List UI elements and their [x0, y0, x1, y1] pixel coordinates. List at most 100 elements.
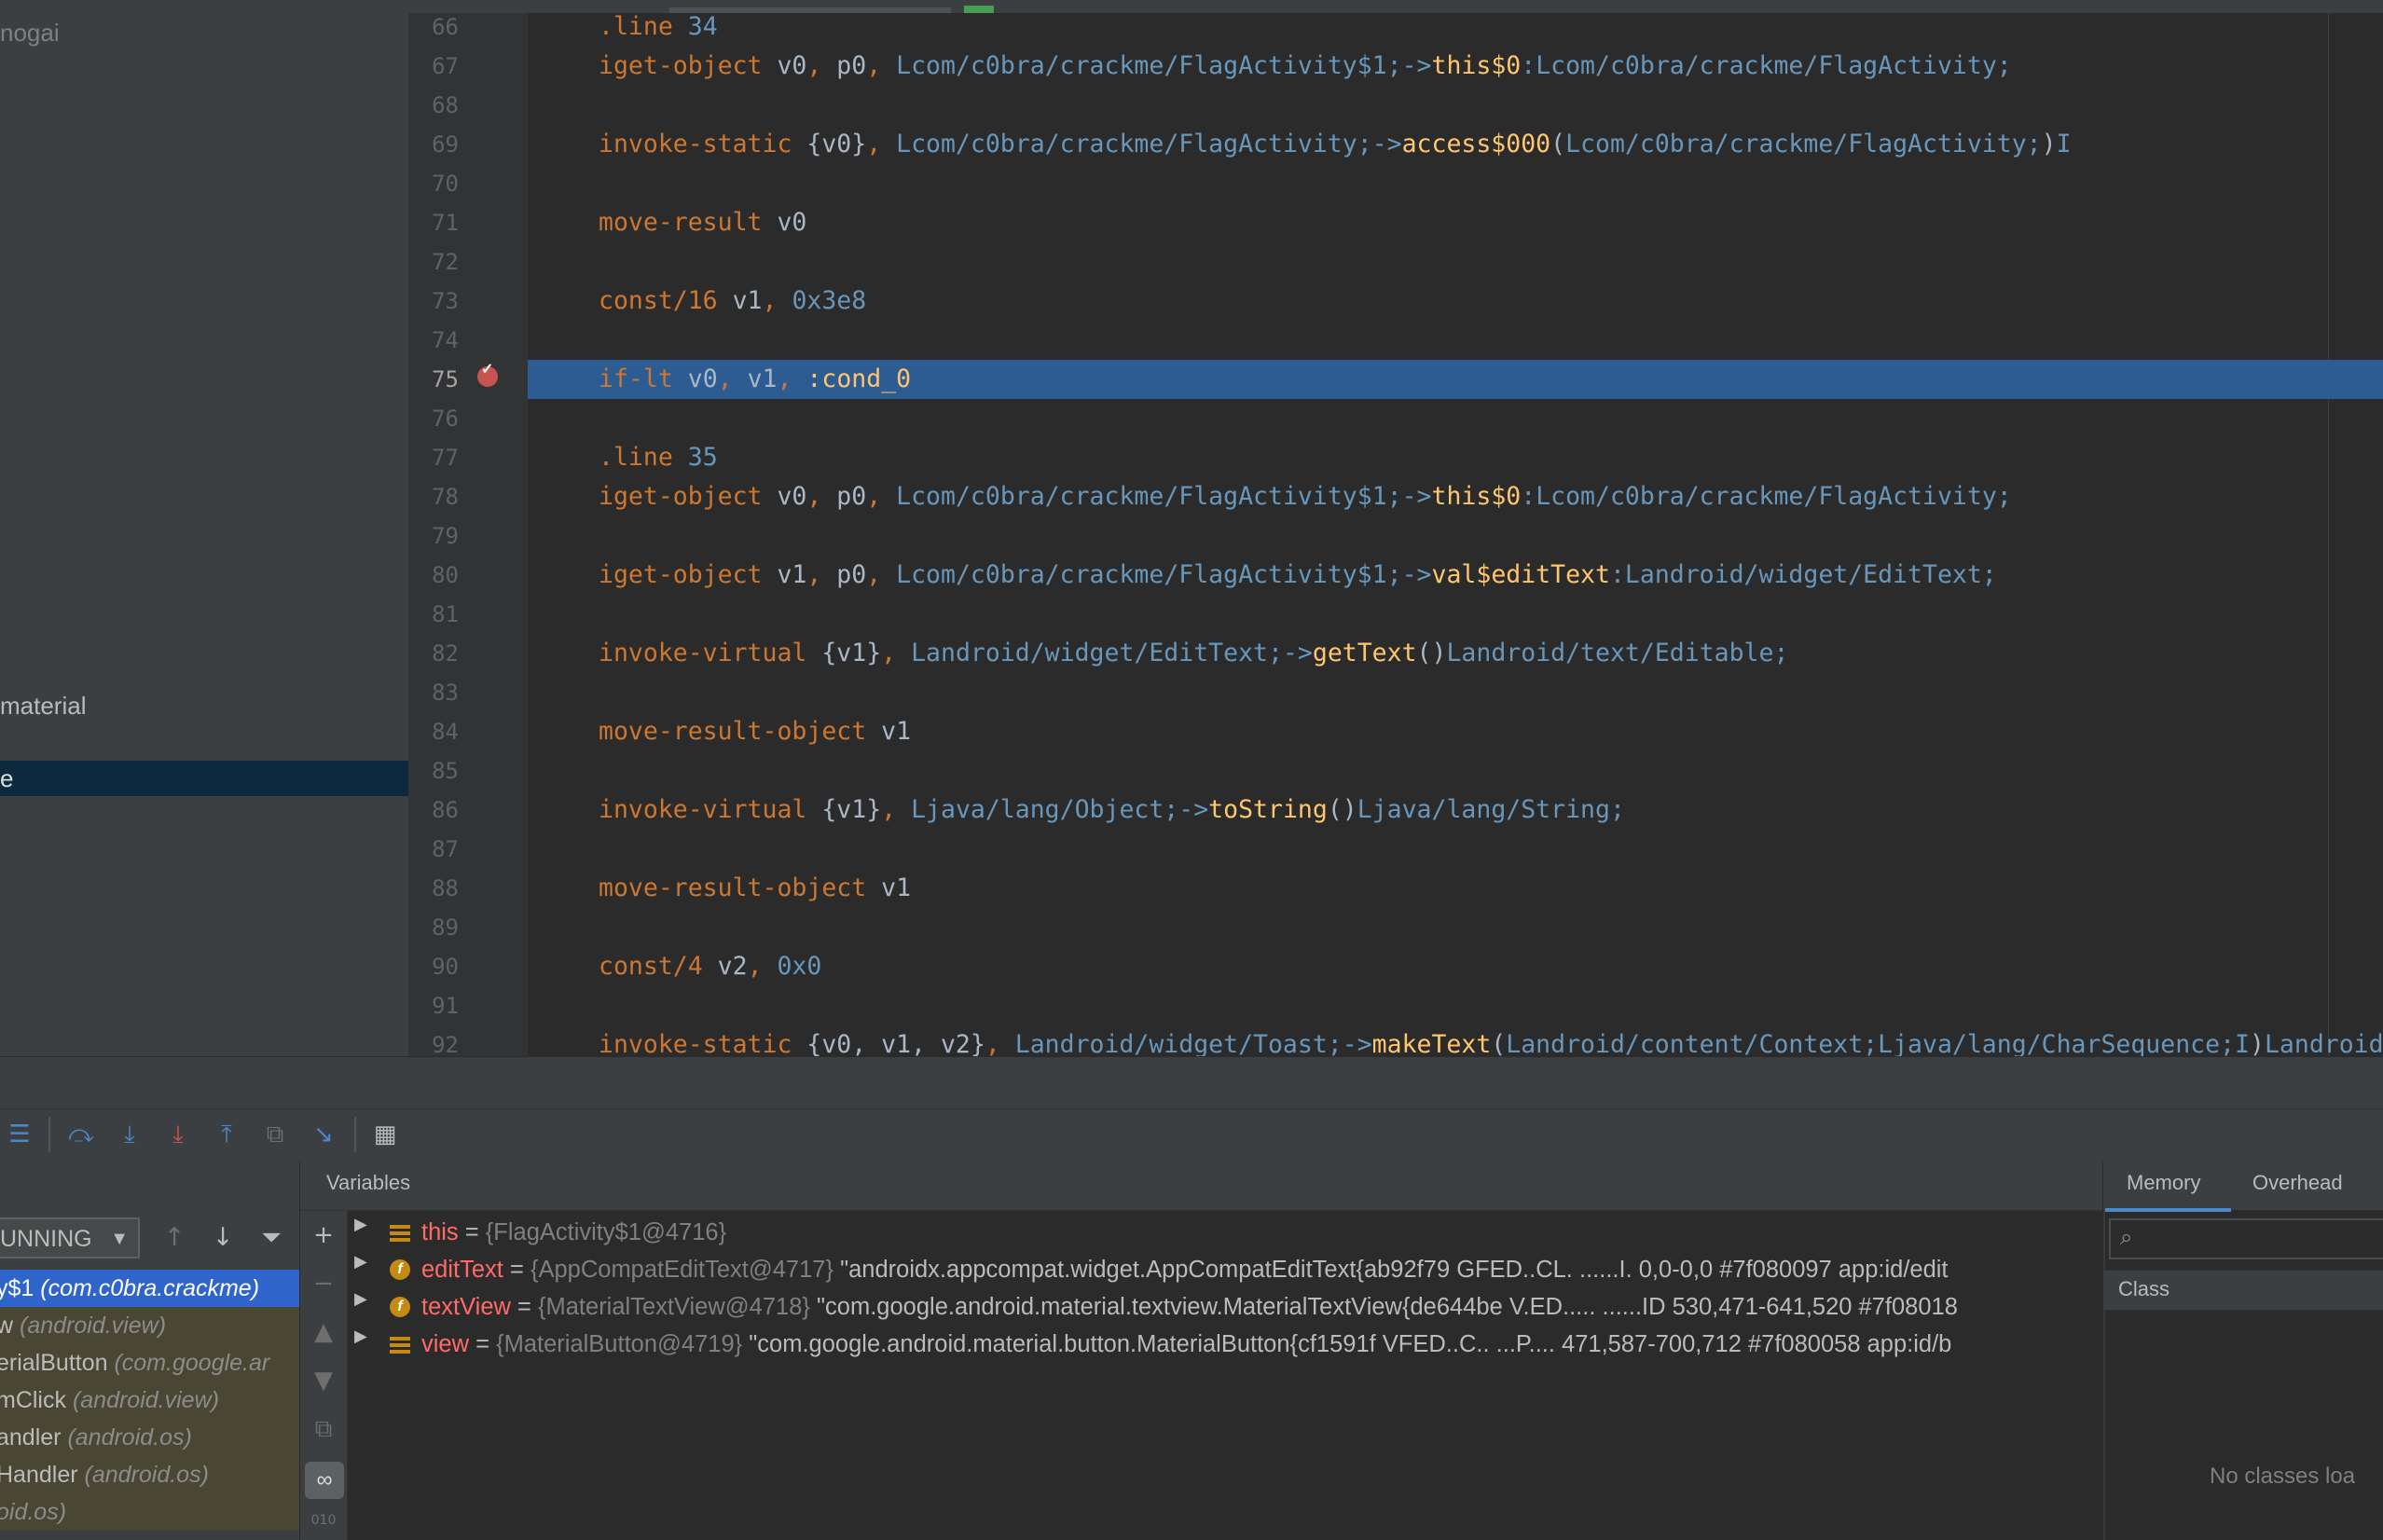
code-line[interactable]: const/4 v2, 0x0	[528, 947, 2383, 986]
code-text: const/16 v1, 0x3e8	[599, 282, 866, 321]
code-line[interactable]	[528, 164, 2383, 203]
variable-type: {AppCompatEditText@4717}	[530, 1257, 833, 1283]
line-number[interactable]: 71	[408, 203, 459, 242]
line-number[interactable]: 91	[408, 986, 459, 1025]
move-up-icon[interactable]: ▲	[308, 1316, 339, 1348]
code-line[interactable]	[528, 399, 2383, 438]
line-number[interactable]: 83	[408, 673, 459, 712]
evaluate-expression-icon[interactable]: ▦	[369, 1119, 401, 1150]
code-line[interactable]	[528, 673, 2383, 712]
code-line[interactable]: iget-object v0, p0, Lcom/c0bra/crackme/F…	[528, 477, 2383, 516]
tab-overhead[interactable]: Overhead	[2252, 1171, 2343, 1195]
field-icon: f	[390, 1259, 410, 1280]
run-to-cursor-icon[interactable]: ↘	[308, 1119, 339, 1150]
code-line[interactable]: move-result-object v1	[528, 869, 2383, 908]
code-text: move-result v0	[599, 203, 806, 242]
line-number[interactable]: 85	[408, 751, 459, 791]
line-number[interactable]: 79	[408, 516, 459, 556]
code-line[interactable]: iget-object v1, p0, Lcom/c0bra/crackme/F…	[528, 556, 2383, 595]
stack-frame[interactable]: w (android.view)	[0, 1307, 299, 1344]
step-out-icon[interactable]: ⤒	[211, 1119, 242, 1150]
code-line[interactable]: const/16 v1, 0x3e8	[528, 282, 2383, 321]
next-frame-icon[interactable]: ↓	[207, 1222, 239, 1254]
project-tree-item-material[interactable]: material	[0, 688, 86, 723]
line-number[interactable]: 89	[408, 908, 459, 947]
code-token: Landroid/widget/EditText;->	[911, 639, 1313, 667]
code-line[interactable]: iget-object v0, p0, Lcom/c0bra/crackme/F…	[528, 47, 2383, 86]
code-line[interactable]: move-result v0	[528, 203, 2383, 242]
line-number[interactable]: 86	[408, 791, 459, 830]
step-over-icon[interactable]: ⤼	[65, 1119, 97, 1150]
expand-arrow-icon[interactable]: ▶	[354, 1252, 367, 1272]
code-token: if-lt	[599, 364, 688, 393]
drop-frame-icon[interactable]: ⧉	[259, 1119, 291, 1150]
line-number[interactable]: 88	[408, 869, 459, 908]
code-line[interactable]	[528, 908, 2383, 947]
add-watch-icon[interactable]: +	[308, 1219, 339, 1251]
code-token: invoke-virtual	[599, 639, 822, 667]
code-line[interactable]	[528, 86, 2383, 125]
line-number[interactable]: 74	[408, 321, 459, 360]
code-token: this$0	[1431, 482, 1522, 511]
previous-frame-icon[interactable]: ↑	[158, 1222, 190, 1254]
step-into-icon[interactable]: ⤓	[114, 1119, 145, 1150]
project-tree-item-selected[interactable]: e	[0, 761, 408, 796]
stack-frame[interactable]: andler (android.os)	[0, 1419, 299, 1456]
code-line[interactable]	[528, 516, 2383, 556]
line-number[interactable]: 90	[408, 947, 459, 986]
line-number[interactable]: 73	[408, 282, 459, 321]
code-line[interactable]	[528, 242, 2383, 282]
memory-search-input[interactable]	[2109, 1218, 2383, 1259]
code-line-current[interactable]: if-lt v0, v1, :cond_0	[528, 360, 2383, 399]
line-number[interactable]: 77	[408, 438, 459, 477]
line-number[interactable]: 68	[408, 86, 459, 125]
force-step-into-icon[interactable]: ⤓	[162, 1119, 194, 1150]
line-number[interactable]: 82	[408, 634, 459, 673]
code-line[interactable]	[528, 321, 2383, 360]
line-number[interactable]: 67	[408, 47, 459, 86]
line-number[interactable]: 84	[408, 712, 459, 751]
local-variable-icon	[390, 1222, 410, 1243]
expand-arrow-icon[interactable]: ▶	[354, 1289, 367, 1309]
thread-selector[interactable]: UNNING ▼	[0, 1217, 140, 1258]
binary-view-icon[interactable]: 010	[308, 1505, 339, 1536]
code-line[interactable]: invoke-virtual {v1}, Ljava/lang/Object;-…	[528, 791, 2383, 830]
move-down-icon[interactable]: ▼	[308, 1365, 339, 1396]
stack-frame[interactable]: erialButton (com.google.ar	[0, 1344, 299, 1382]
stack-frame[interactable]: oid.os)	[0, 1493, 299, 1531]
tab-memory[interactable]: Memory	[2127, 1171, 2200, 1195]
watches-toggle-icon[interactable]: ∞	[305, 1462, 344, 1499]
stack-frame[interactable]: Handler (android.os)	[0, 1456, 299, 1493]
code-line[interactable]	[528, 986, 2383, 1025]
filter-icon[interactable]: ⏷	[255, 1222, 287, 1254]
menu-icon[interactable]: ☰	[4, 1119, 35, 1150]
project-tree-item-nogai[interactable]: nogai	[0, 15, 60, 50]
code-line[interactable]: .line 35	[528, 438, 2383, 477]
code-line[interactable]: move-result-object v1	[528, 712, 2383, 751]
line-number[interactable]: 87	[408, 830, 459, 869]
code-line[interactable]: .line 34	[528, 7, 2383, 47]
code-token: )	[2041, 130, 2057, 158]
expand-arrow-icon[interactable]: ▶	[354, 1327, 367, 1346]
copy-icon[interactable]: ⧉	[308, 1413, 339, 1445]
line-number[interactable]: 69	[408, 125, 459, 164]
remove-watch-icon[interactable]: −	[308, 1268, 339, 1299]
code-line[interactable]	[528, 830, 2383, 869]
code-line[interactable]: invoke-static {v0}, Lcom/c0bra/crackme/F…	[528, 125, 2383, 164]
code-line[interactable]	[528, 751, 2383, 791]
code-token: v0	[777, 208, 807, 237]
line-number[interactable]: 81	[408, 595, 459, 634]
line-number[interactable]: 72	[408, 242, 459, 282]
line-number[interactable]: 66	[408, 7, 459, 47]
code-line[interactable]: invoke-virtual {v1}, Landroid/widget/Edi…	[528, 634, 2383, 673]
frame-package: oid.os)	[0, 1499, 67, 1525]
stack-frame-selected[interactable]: y$1 (com.c0bra.crackme)	[0, 1270, 299, 1307]
line-number[interactable]: 80	[408, 556, 459, 595]
line-number[interactable]: 78	[408, 477, 459, 516]
stack-frame[interactable]: mClick (android.view)	[0, 1382, 299, 1419]
line-number[interactable]: 75	[408, 360, 459, 399]
code-line[interactable]	[528, 595, 2383, 634]
expand-arrow-icon[interactable]: ▶	[354, 1215, 367, 1234]
line-number[interactable]: 76	[408, 399, 459, 438]
line-number[interactable]: 70	[408, 164, 459, 203]
